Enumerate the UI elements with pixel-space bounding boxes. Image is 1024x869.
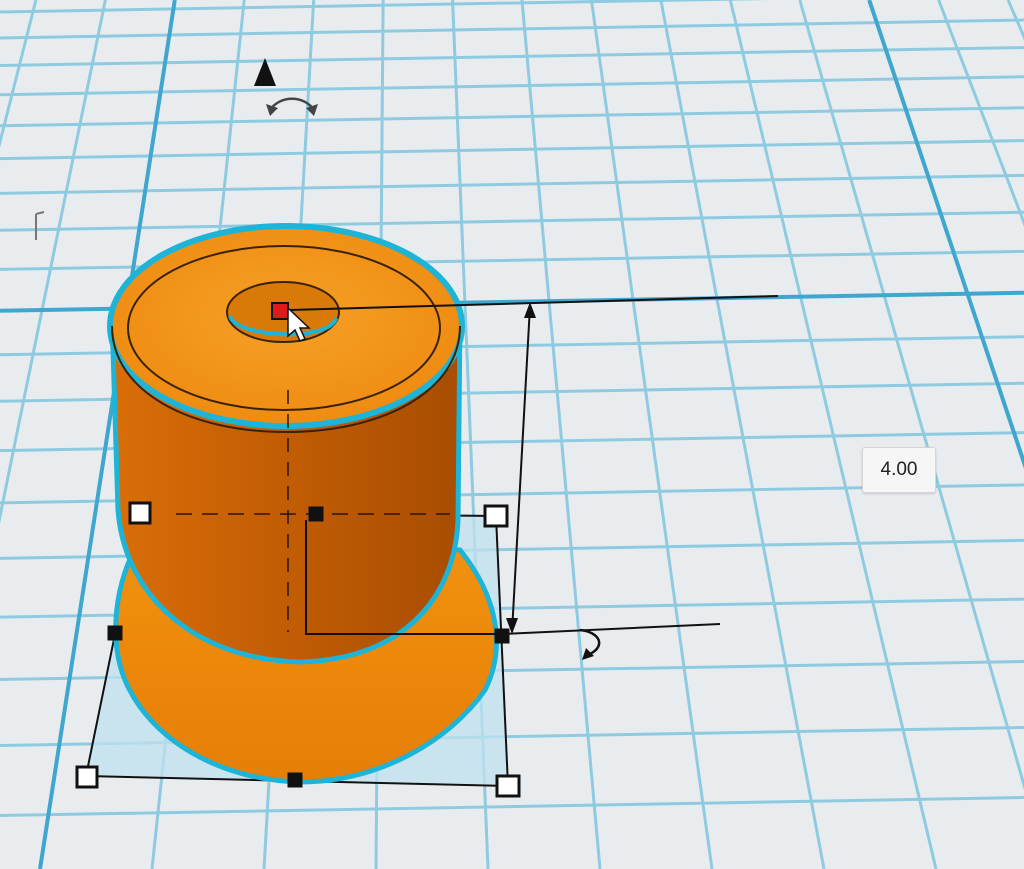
- height-value-input[interactable]: 4.00: [862, 447, 936, 493]
- resize-handle-bottom-left[interactable]: [75, 765, 99, 789]
- height-handle-top[interactable]: [271, 302, 289, 320]
- resize-handle-left-mid[interactable]: [107, 625, 123, 641]
- resize-handle-bottom-right[interactable]: [495, 774, 521, 798]
- resize-handle-right-mid[interactable]: [494, 628, 510, 644]
- resize-handle-top-right[interactable]: [483, 504, 509, 528]
- workplane-grid[interactable]: [0, 0, 1024, 869]
- resize-handle-center[interactable]: [308, 506, 324, 522]
- resize-handle-top-left[interactable]: [128, 501, 152, 525]
- resize-handle-bottom-mid[interactable]: [287, 772, 303, 788]
